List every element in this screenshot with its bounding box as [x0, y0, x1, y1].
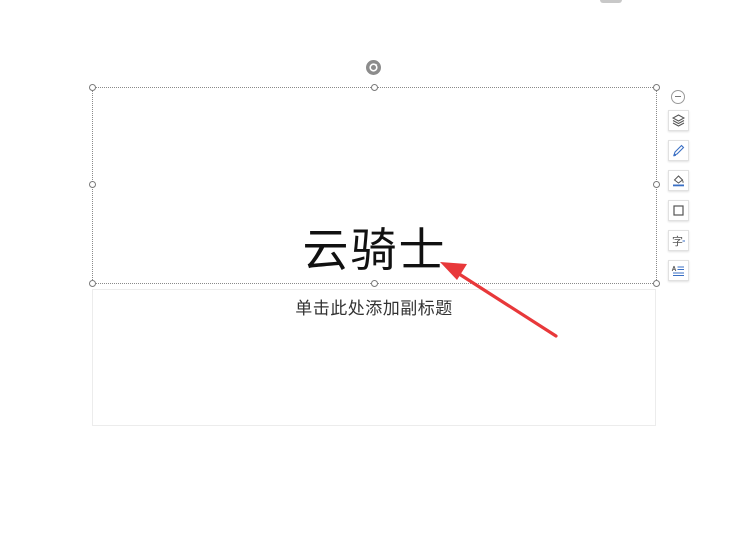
slide-canvas: 单击此处添加副标题 云骑士 字: [0, 0, 749, 556]
red-arrow-annotation: [440, 262, 558, 338]
